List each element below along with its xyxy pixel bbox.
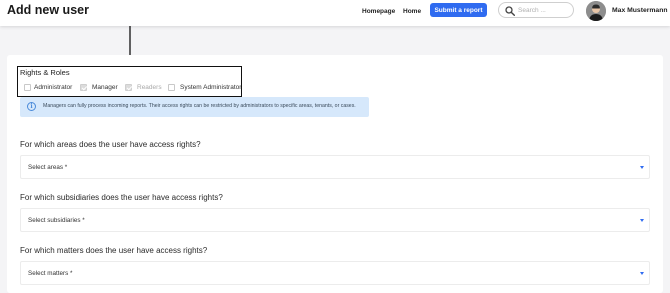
search-input[interactable] (518, 6, 570, 15)
areas-select[interactable]: Select areas * (20, 155, 650, 179)
matters-question: For which matters does the user have acc… (20, 246, 208, 255)
user-name[interactable]: Max Mustermann (612, 7, 668, 14)
subsidiaries-select[interactable]: Select subsidiaries * (20, 208, 650, 232)
matters-select-value: Select matters * (28, 270, 73, 277)
caret-down-icon (640, 166, 644, 169)
areas-question: For which areas does the user have acces… (20, 140, 201, 149)
subsidiaries-select-value: Select subsidiaries * (28, 217, 85, 224)
checkbox-manager-label[interactable]: Manager (92, 84, 118, 91)
search-box[interactable] (498, 2, 574, 18)
nav-home-link[interactable]: Home (403, 8, 421, 15)
checkbox-readers (125, 84, 132, 91)
subsidiaries-question: For which subsidiaries does the user hav… (20, 193, 223, 202)
submit-report-button[interactable]: Submit a report (430, 3, 487, 17)
avatar[interactable] (586, 1, 606, 21)
nav-homepage-link[interactable]: Homepage (362, 8, 395, 15)
checkbox-administrator-label[interactable]: Administrator (34, 84, 72, 91)
matters-select[interactable]: Select matters * (20, 261, 650, 285)
page-title: Add new user (7, 3, 89, 17)
checkbox-manager[interactable] (80, 84, 87, 91)
user-avatar-icon (586, 1, 606, 21)
search-icon (505, 6, 515, 16)
caret-down-icon (640, 272, 644, 275)
checkbox-readers-label: Readers (137, 84, 162, 91)
areas-select-value: Select areas * (28, 164, 68, 171)
rights-roles-title: Rights & Roles (20, 68, 70, 77)
checkbox-system-administrator-label[interactable]: System Administrator (180, 84, 241, 91)
caret-down-icon (640, 219, 644, 222)
checkbox-system-administrator[interactable] (168, 84, 175, 91)
checkbox-administrator[interactable] (24, 84, 31, 91)
info-banner: i Managers can fully process incoming re… (20, 97, 369, 117)
info-icon: i (27, 102, 36, 111)
info-text: Managers can fully process incoming repo… (43, 103, 356, 109)
